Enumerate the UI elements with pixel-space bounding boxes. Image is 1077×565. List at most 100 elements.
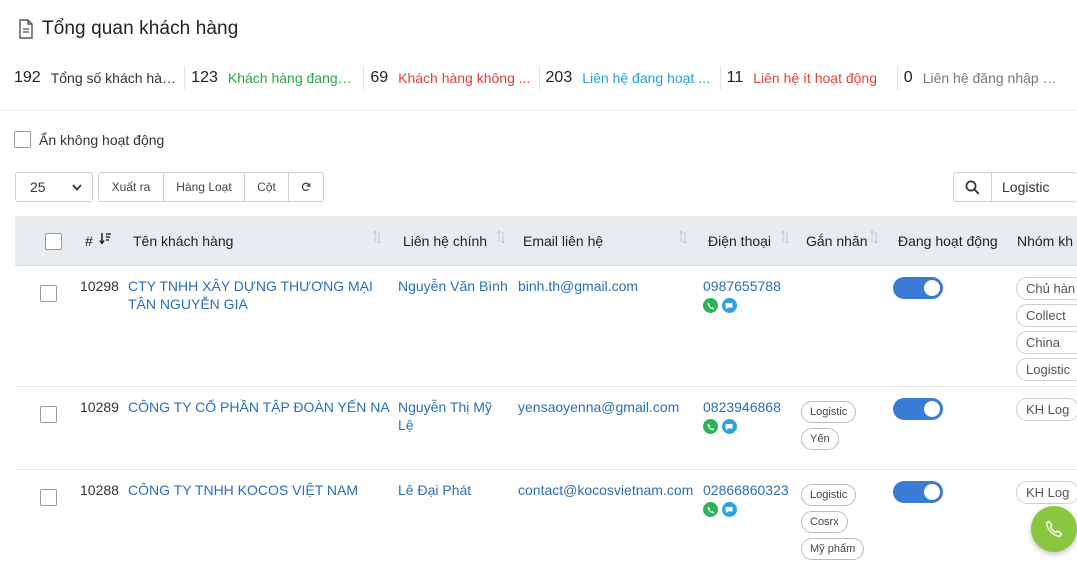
sort-icon[interactable]	[679, 230, 687, 244]
chat-icon[interactable]	[722, 502, 737, 517]
stat-login-contacts[interactable]: 0 Liên hệ đăng nhập hô...	[904, 66, 1071, 90]
floating-call-button[interactable]	[1031, 506, 1077, 552]
stat-inactive-customers[interactable]: 69 Khách hàng không ...	[370, 66, 540, 90]
group-tag: Collect	[1016, 304, 1077, 327]
chevron-down-icon	[72, 183, 82, 191]
table-toolbar: 25 Xuất ra Hàng Loạt Cột	[15, 172, 324, 202]
stat-value: 11	[726, 69, 744, 86]
table-row[interactable]: 10298 CTY TNHH XÂY DỰNG THƯƠNG MẠI TÂN N…	[15, 266, 1077, 387]
group-tag: Logistic	[1016, 358, 1077, 381]
col-header-label: Email liên hệ	[523, 233, 604, 249]
bulk-actions-button[interactable]: Hàng Loạt	[164, 173, 245, 201]
hide-inactive-checkbox[interactable]	[14, 131, 31, 148]
active-toggle[interactable]	[893, 277, 943, 299]
stat-label: Liên hệ đang hoạt ...	[582, 70, 710, 86]
active-toggle[interactable]	[893, 398, 943, 420]
customer-stats-bar: 192 Tổng số khách hàng 123 Khách hàng đa…	[14, 66, 1077, 90]
sort-icon[interactable]	[497, 230, 505, 244]
reload-button[interactable]	[289, 173, 323, 201]
table-row[interactable]: 10289 CÔNG TY CỔ PHẦN TẬP ĐOÀN YẾN NA Ng…	[15, 387, 1077, 470]
hide-inactive-filter[interactable]: Ẩn không hoạt động	[14, 131, 164, 148]
call-icon[interactable]	[703, 502, 718, 517]
stat-label: Khách hàng không ...	[398, 70, 531, 86]
contact-name-link[interactable]: Nguyễn Văn Bình	[398, 277, 508, 295]
select-all-checkbox[interactable]	[45, 232, 62, 250]
contact-email-link[interactable]: binh.th@gmail.com	[518, 277, 638, 295]
chat-icon[interactable]	[722, 298, 737, 313]
customer-name-link[interactable]: CÔNG TY TNHH KOCOS VIỆT NAM	[128, 481, 390, 499]
customer-id: 10298	[80, 278, 119, 294]
search-input[interactable]	[992, 173, 1076, 201]
sort-desc-icon	[99, 232, 111, 245]
col-header-group[interactable]: Nhóm kh	[1017, 216, 1073, 266]
toggle-switch[interactable]	[893, 277, 943, 299]
chat-icon[interactable]	[722, 419, 737, 434]
col-header-tags[interactable]: Gắn nhãn	[806, 216, 868, 266]
call-icon[interactable]	[703, 419, 718, 434]
columns-button[interactable]: Cột	[245, 173, 289, 201]
contact-email-link[interactable]: contact@kocosvietnam.com	[518, 481, 693, 499]
phone-number-link[interactable]: 0823946868	[703, 398, 781, 416]
phone-number-link[interactable]: 02866860323	[703, 481, 789, 499]
contact-name-link[interactable]: Lê Đại Phát	[398, 481, 508, 499]
stat-value: 123	[191, 69, 218, 86]
page-size-select[interactable]: 25	[15, 172, 93, 202]
sort-icon[interactable]	[373, 230, 381, 244]
toggle-switch[interactable]	[893, 481, 943, 503]
col-header-label: Gắn nhãn	[806, 233, 868, 249]
contact-email-link[interactable]: yensaoyenna@gmail.com	[518, 398, 679, 416]
group-tag: KH Log	[1016, 398, 1077, 421]
col-header-label: Tên khách hàng	[133, 233, 234, 249]
phone-actions	[703, 419, 781, 434]
stat-value: 69	[370, 69, 389, 86]
col-header-email[interactable]: Email liên hệ	[523, 216, 603, 266]
col-header-id[interactable]: #	[85, 216, 112, 266]
sort-icon[interactable]	[870, 230, 878, 244]
call-icon[interactable]	[703, 298, 718, 313]
customer-groups: Chủ hàn Collect China Logistic	[1016, 277, 1077, 381]
stat-low-activity-contacts[interactable]: 11 Liên hệ ít hoạt động	[727, 66, 898, 90]
group-tag: China	[1016, 331, 1077, 354]
row-checkbox[interactable]	[40, 489, 57, 506]
stat-total-customers[interactable]: 192 Tổng số khách hàng	[14, 66, 186, 90]
col-header-phone[interactable]: Điện thoại	[708, 216, 771, 266]
tag-badge: Logistic	[801, 484, 857, 506]
stat-active-customers[interactable]: 123 Khách hàng đang h...	[191, 66, 365, 90]
search-button[interactable]	[954, 173, 992, 201]
phone-cell: 0823946868	[703, 398, 781, 434]
phone-icon	[1045, 520, 1063, 538]
stat-value: 0	[903, 69, 913, 86]
toggle-switch[interactable]	[893, 398, 943, 420]
col-header-name[interactable]: Tên khách hàng	[133, 216, 233, 266]
col-header-active[interactable]: Đang hoạt động	[898, 216, 998, 266]
customer-name-link[interactable]: CTY TNHH XÂY DỰNG THƯƠNG MẠI TÂN NGUYỄN …	[128, 277, 390, 313]
stat-active-contacts[interactable]: 203 Liên hệ đang hoạt ...	[546, 66, 721, 90]
search-icon	[965, 180, 980, 194]
col-header-contact[interactable]: Liên hệ chính	[403, 216, 487, 266]
col-header-label: Điện thoại	[708, 233, 772, 249]
row-checkbox[interactable]	[40, 406, 57, 423]
section-divider	[0, 110, 1077, 111]
row-checkbox[interactable]	[40, 285, 57, 302]
contact-name-link[interactable]: Nguyễn Thị Mỹ Lệ	[398, 398, 503, 434]
page-size-value: 25	[30, 179, 46, 195]
customer-tags: Logistic Cosrx Mỹ phẩm	[801, 484, 865, 560]
sort-icon[interactable]	[781, 230, 789, 244]
customer-tags: Logistic Yến	[801, 401, 857, 450]
col-header-label: Nhóm kh	[1017, 233, 1074, 249]
stat-label: Liên hệ ít hoạt động	[753, 70, 877, 86]
customer-id: 10289	[80, 399, 119, 415]
active-toggle[interactable]	[893, 481, 943, 503]
customer-groups: KH Log	[1016, 398, 1077, 421]
tag-badge: Cosrx	[801, 511, 848, 533]
table-row[interactable]: 10288 CÔNG TY TNHH KOCOS VIỆT NAM Lê Đại…	[15, 470, 1077, 565]
customers-table: # Tên khách hàng Liên hệ chính Email liê…	[15, 216, 1077, 565]
search-box	[953, 172, 1077, 202]
group-tag: KH Log	[1016, 481, 1077, 504]
export-button[interactable]: Xuất ra	[99, 173, 164, 201]
phone-number-link[interactable]: 0987655788	[703, 277, 781, 295]
customer-name-link[interactable]: CÔNG TY CỔ PHẦN TẬP ĐOÀN YẾN NA	[128, 398, 390, 416]
stat-label: Liên hệ đăng nhập hô...	[922, 70, 1063, 86]
phone-actions	[703, 298, 781, 313]
tag-badge: Yến	[801, 428, 839, 450]
